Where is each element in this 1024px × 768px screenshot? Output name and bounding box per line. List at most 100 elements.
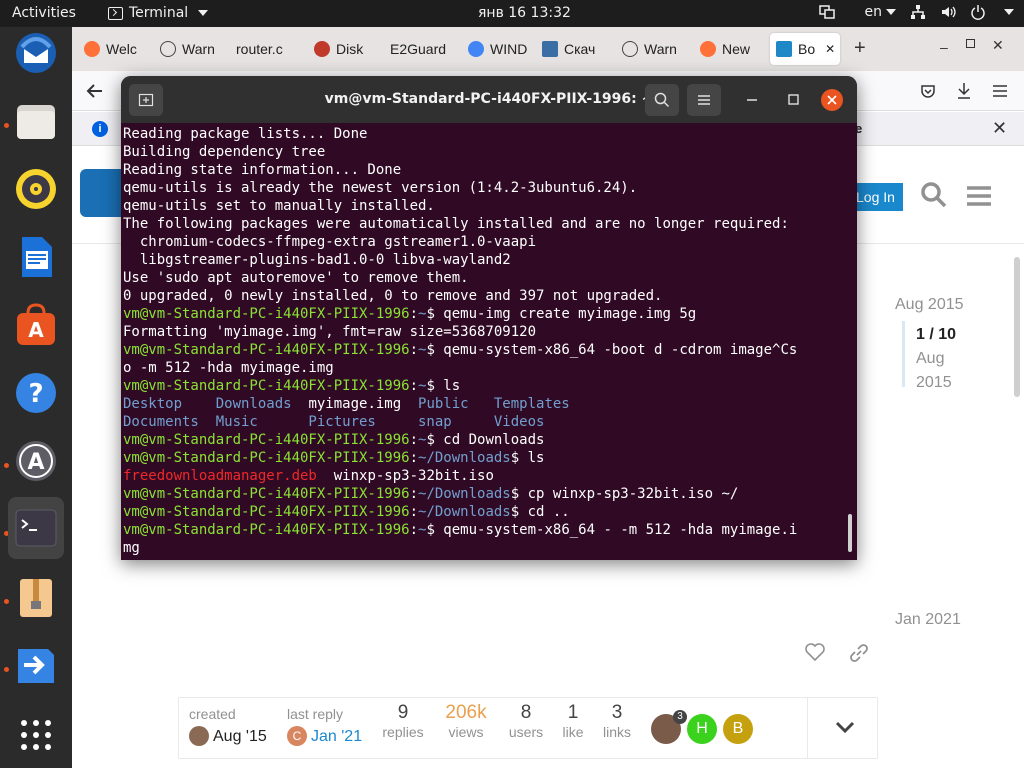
terminal-line: 0 upgraded, 0 newly installed, 0 to remo…: [123, 287, 847, 305]
pocket-icon[interactable]: [920, 83, 936, 99]
avatar-count-badge: 3: [673, 710, 687, 724]
svg-text:A: A: [28, 318, 44, 342]
dock-remote-desktop[interactable]: [10, 639, 62, 691]
terminal-text: freedownloadmanager.deb: [123, 468, 317, 484]
last-reply-date[interactable]: Jan '21: [311, 728, 362, 746]
close-icon[interactable]: ✕: [825, 42, 835, 56]
new-tab-button[interactable]: +: [854, 37, 866, 60]
terminal-text: ~/Downloads: [418, 504, 511, 520]
dock: A ? A: [0, 27, 72, 768]
tab-google[interactable]: WIND: [462, 33, 528, 65]
avatar[interactable]: C: [287, 726, 307, 746]
timeline-start[interactable]: Aug 2015: [895, 296, 964, 314]
terminal-text: Building dependency tree: [123, 144, 326, 160]
terminal-text: Use 'sudo apt autoremove' to remove them…: [123, 270, 469, 286]
site-icon: [542, 41, 558, 57]
search-icon[interactable]: [920, 181, 948, 209]
close-icon[interactable]: ✕: [992, 118, 1007, 139]
document-icon: [22, 237, 52, 277]
tab-welcome[interactable]: Welc: [78, 33, 142, 65]
dock-terminal[interactable]: [8, 497, 64, 559]
download-icon[interactable]: [956, 82, 972, 100]
terminal-text: o -m 512 -hda myimage.img: [123, 360, 334, 376]
menu-button[interactable]: [687, 84, 721, 116]
dock-files[interactable]: [10, 95, 62, 147]
back-arrow-icon[interactable]: [86, 83, 104, 99]
minimize-icon[interactable]: [746, 98, 758, 102]
tab-router[interactable]: router.c: [230, 33, 302, 65]
dock-software-updater[interactable]: A: [10, 435, 62, 487]
tab-e2guardian[interactable]: E2Guard: [384, 33, 454, 65]
close-icon: [827, 95, 837, 105]
timeline-track[interactable]: [902, 321, 905, 387]
dock-show-apps[interactable]: [10, 709, 62, 761]
screen-share-icon[interactable]: [818, 4, 835, 20]
dock-libreoffice-writer[interactable]: [10, 231, 62, 283]
terminal-line: o -m 512 -hda myimage.img: [123, 359, 847, 377]
tab-warning-2[interactable]: Warn: [616, 33, 680, 65]
terminal-text: $ qemu-system-x86_64 -boot d -cdrom imag…: [426, 342, 798, 358]
terminal-line: vm@vm-Standard-PC-i440FX-PIIX-1996:~/Dow…: [123, 449, 847, 467]
dock-ubuntu-software[interactable]: A: [10, 299, 62, 351]
terminal-text: :: [409, 504, 419, 520]
avatar[interactable]: H: [687, 714, 717, 744]
chevron-down-icon[interactable]: [1004, 9, 1014, 15]
dock-archive-manager[interactable]: [10, 571, 62, 623]
folder-icon: [17, 105, 55, 139]
hamburger-icon[interactable]: [966, 185, 992, 207]
tab-strip: Welc Warn router.c Disk E2Guard WIND Ска…: [72, 27, 1024, 71]
timeline-end[interactable]: Jan 2021: [895, 611, 961, 629]
terminal-line: vm@vm-Standard-PC-i440FX-PIIX-1996:~/Dow…: [123, 503, 847, 521]
terminal-line: libgstreamer-plugins-bad1.0-0 libva-wayl…: [123, 251, 847, 269]
terminal-scrollbar[interactable]: [848, 514, 852, 552]
dock-rhythmbox[interactable]: [10, 163, 62, 215]
language-indicator[interactable]: en: [865, 4, 896, 20]
stat-value: 8: [520, 702, 532, 723]
tab-new[interactable]: New: [694, 33, 758, 65]
clock[interactable]: янв 16 13:32: [478, 5, 571, 21]
terminal-output[interactable]: Reading package lists... Done Building de…: [123, 125, 847, 560]
close-button[interactable]: [821, 89, 843, 111]
terminal-text: ~/Downloads: [418, 486, 511, 502]
dock-help[interactable]: ?: [10, 367, 62, 419]
terminal-text: Formatting 'myimage.img', fmt=raw size=5…: [123, 324, 537, 340]
avatar[interactable]: B: [723, 714, 753, 744]
activities-button[interactable]: Activities: [12, 5, 76, 21]
tab-disk[interactable]: Disk: [308, 33, 372, 65]
close-window-icon[interactable]: ✕: [992, 37, 1004, 54]
maximize-icon[interactable]: [966, 39, 975, 48]
page-scrollbar[interactable]: [1014, 257, 1020, 397]
menu-icon[interactable]: [992, 84, 1008, 98]
arrow-right-icon: [18, 649, 54, 683]
volume-icon[interactable]: [940, 4, 956, 20]
terminal-text: vm@vm-Standard-PC-i440FX-PIIX-1996: [123, 432, 410, 448]
terminal-header-bar[interactable]: vm@vm-Standard-PC-i440FX-PIIX-1996: ~: [121, 76, 857, 123]
timeline-date-year: 2015: [916, 374, 952, 391]
terminal-window[interactable]: vm@vm-Standard-PC-i440FX-PIIX-1996: ~ Re…: [121, 76, 857, 560]
dock-thunderbird[interactable]: [10, 27, 62, 79]
terminal-line: Desktop Downloads myimage.img Public Tem…: [123, 395, 847, 413]
tab-label: Скач: [564, 41, 596, 57]
timeline-date-month: Aug: [916, 350, 945, 367]
stat-value: 3: [611, 702, 623, 723]
app-menu[interactable]: Terminal: [108, 5, 209, 21]
stat-label: like: [562, 724, 584, 740]
terminal-text: Desktop Downloads: [123, 396, 309, 412]
heart-icon[interactable]: [805, 643, 825, 661]
google-icon: [468, 41, 484, 57]
maximize-icon[interactable]: [788, 94, 799, 105]
stat-value: 206k: [445, 702, 487, 723]
stat-label: replies: [382, 724, 424, 740]
tab-warning[interactable]: Warn: [154, 33, 218, 65]
link-icon[interactable]: [849, 643, 869, 663]
terminal-line: Use 'sudo apt autoremove' to remove them…: [123, 269, 847, 287]
power-icon[interactable]: [970, 4, 986, 20]
terminal-text: qemu-utils is already the newest version…: [123, 180, 638, 196]
chevron-down-icon[interactable]: [835, 720, 855, 734]
tab-active[interactable]: Bo ✕: [770, 33, 840, 65]
minimize-icon[interactable]: ‒: [940, 39, 948, 55]
avatar[interactable]: [189, 726, 209, 746]
network-icon[interactable]: [910, 4, 926, 20]
tab-download[interactable]: Скач: [536, 33, 600, 65]
search-button[interactable]: [645, 84, 679, 116]
